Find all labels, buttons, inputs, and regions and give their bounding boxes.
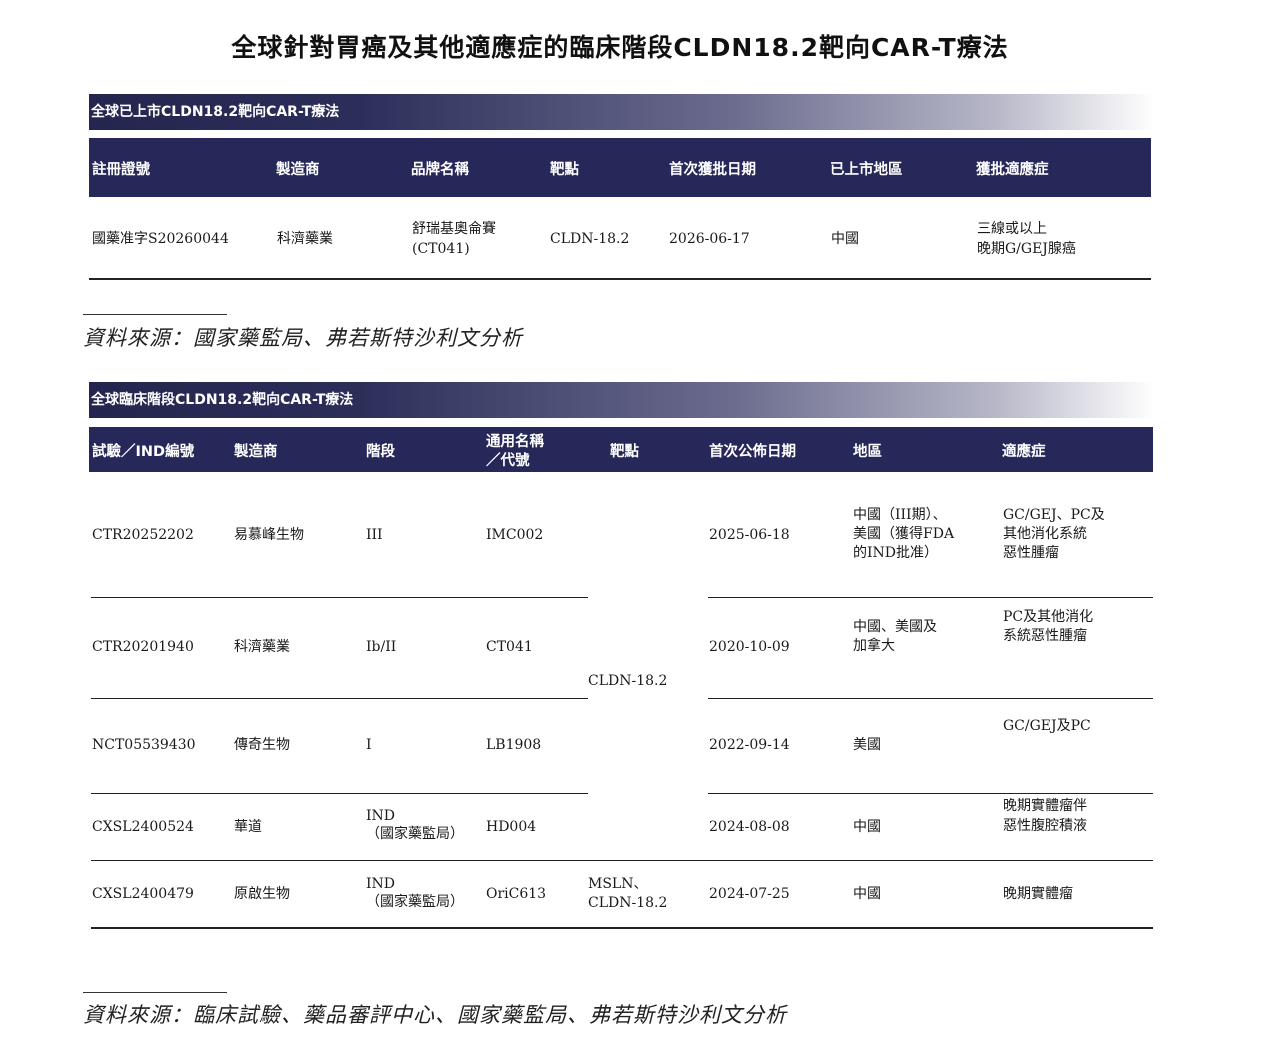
indication-line2: 其他消化系統 bbox=[1003, 526, 1087, 542]
region-line1: 中國、美國及 bbox=[853, 619, 937, 635]
table1-header: 註冊證號 製造商 品牌名稱 靶點 首次獲批日期 已上市地區 獲批適應症 bbox=[89, 138, 1151, 197]
table1-bottom-rule bbox=[89, 278, 1151, 280]
code: CT041 bbox=[486, 639, 533, 655]
region-line3: 的IND批准） bbox=[853, 545, 939, 561]
row-divider bbox=[91, 597, 588, 598]
indication: 晚期實體瘤 bbox=[1003, 886, 1073, 902]
table1-band: 全球已上市CLDN18.2靶向CAR-T療法 bbox=[89, 94, 1155, 130]
table2-header-maker: 製造商 bbox=[234, 444, 278, 460]
indication-line1: PC及其他消化 bbox=[1003, 609, 1094, 625]
target-line2: CLDN-18.2 bbox=[588, 895, 668, 911]
table1-brand-line1: 舒瑞基奧侖賽 bbox=[412, 221, 496, 237]
table1-brand-line2: (CT041) bbox=[412, 241, 470, 257]
code: OriC613 bbox=[486, 886, 547, 902]
region-line1: 中國（III期）、 bbox=[853, 507, 947, 523]
region: 美國 bbox=[853, 737, 881, 753]
phase: Ib/II bbox=[366, 639, 397, 655]
phase: I bbox=[366, 737, 372, 753]
table2-header-phase: 階段 bbox=[366, 444, 395, 460]
code: LB1908 bbox=[486, 737, 542, 753]
table1-date: 2026-06-17 bbox=[669, 231, 750, 247]
table2-band: 全球臨床階段CLDN18.2靶向CAR-T療法 bbox=[89, 382, 1155, 418]
row-divider bbox=[91, 793, 588, 794]
maker: 原啟生物 bbox=[234, 886, 290, 902]
shared-target: CLDN-18.2 bbox=[588, 673, 668, 689]
table2-header-indication: 適應症 bbox=[1002, 444, 1046, 460]
source2-rule bbox=[83, 992, 227, 993]
region-line2: 美國（獲得FDA bbox=[853, 526, 955, 542]
target-line1: MSLN、 bbox=[588, 876, 648, 892]
region: 中國 bbox=[853, 886, 881, 902]
source1-rule bbox=[83, 314, 227, 315]
table1-header-reg-no: 註冊證號 bbox=[92, 162, 150, 178]
table2-header-generic-line1: 通用名稱 bbox=[486, 434, 544, 450]
indication-line2: 系統惡性腫瘤 bbox=[1003, 628, 1087, 644]
trial-no: CXSL2400479 bbox=[92, 886, 194, 902]
table1-header-date: 首次獲批日期 bbox=[669, 162, 756, 178]
table1-reg-no: 國藥准字S20260044 bbox=[92, 231, 229, 247]
date: 2024-07-25 bbox=[709, 886, 790, 902]
date: 2025-06-18 bbox=[709, 527, 790, 543]
table2-header: 試驗／IND編號 製造商 階段 通用名稱 ／代號 靶點 首次公佈日期 地區 適應… bbox=[89, 427, 1153, 472]
table1-indication-line1: 三線或以上 bbox=[977, 221, 1047, 237]
region: 中國 bbox=[853, 819, 881, 835]
table1-header-region: 已上市地區 bbox=[830, 162, 903, 178]
source2-note: 資料來源：臨床試驗、藥品審評中心、國家藥監局、弗若斯特沙利文分析 bbox=[83, 1003, 787, 1027]
maker: 易慕峰生物 bbox=[234, 527, 304, 543]
indication: GC/GEJ及PC bbox=[1003, 718, 1091, 734]
table2-header-date: 首次公佈日期 bbox=[709, 444, 796, 460]
trial-no: CTR20252202 bbox=[92, 527, 194, 543]
indication-line1: GC/GEJ、PC及 bbox=[1003, 507, 1105, 523]
maker: 華道 bbox=[234, 819, 262, 835]
indication-line3: 惡性腫瘤 bbox=[1003, 545, 1059, 561]
trial-no: CXSL2400524 bbox=[92, 819, 194, 835]
page-title: 全球針對胃癌及其他適應症的臨床階段CLDN18.2靶向CAR-T療法 bbox=[231, 33, 1009, 62]
table2-header-region: 地區 bbox=[853, 444, 882, 460]
region-line2: 加拿大 bbox=[853, 638, 895, 654]
code: IMC002 bbox=[486, 527, 544, 543]
trial-no: CTR20201940 bbox=[92, 639, 194, 655]
table1-indication-line2: 晚期G/GEJ腺癌 bbox=[977, 241, 1076, 257]
table1-maker: 科濟藥業 bbox=[277, 231, 333, 247]
phase-line2: （國家藥監局） bbox=[366, 826, 464, 842]
date: 2022-09-14 bbox=[709, 737, 790, 753]
row-divider bbox=[708, 698, 1153, 699]
table1-header-brand: 品牌名稱 bbox=[411, 162, 469, 178]
table1-target: CLDN-18.2 bbox=[550, 231, 630, 247]
phase-line2: （國家藥監局） bbox=[366, 894, 464, 910]
maker: 傳奇生物 bbox=[234, 737, 290, 753]
table1-region: 中國 bbox=[831, 231, 859, 247]
phase: III bbox=[366, 527, 383, 543]
indication-line2: 惡性腹腔積液 bbox=[1003, 818, 1087, 834]
table1-header-target: 靶點 bbox=[550, 162, 579, 178]
table1-header-indication: 獲批適應症 bbox=[976, 162, 1049, 178]
table2-bottom-rule bbox=[91, 927, 1153, 929]
table2-header-generic-line2: ／代號 bbox=[486, 453, 530, 469]
trial-no: NCT05539430 bbox=[92, 737, 196, 753]
row-divider bbox=[708, 793, 1153, 794]
row-divider bbox=[91, 860, 1153, 861]
source1-note: 資料來源：國家藥監局、弗若斯特沙利文分析 bbox=[83, 326, 523, 350]
table2-header-trial: 試驗／IND編號 bbox=[92, 444, 195, 460]
code: HD004 bbox=[486, 819, 537, 835]
table1-header-maker: 製造商 bbox=[276, 162, 320, 178]
row-divider bbox=[708, 597, 1153, 598]
row-divider bbox=[91, 698, 588, 699]
date: 2020-10-09 bbox=[709, 639, 790, 655]
phase-line1: IND bbox=[366, 876, 396, 892]
indication-line1: 晚期實體瘤伴 bbox=[1003, 798, 1087, 814]
maker: 科濟藥業 bbox=[234, 639, 290, 655]
date: 2024-08-08 bbox=[709, 819, 790, 835]
table2-header-target: 靶點 bbox=[610, 444, 639, 460]
phase-line1: IND bbox=[366, 808, 396, 824]
